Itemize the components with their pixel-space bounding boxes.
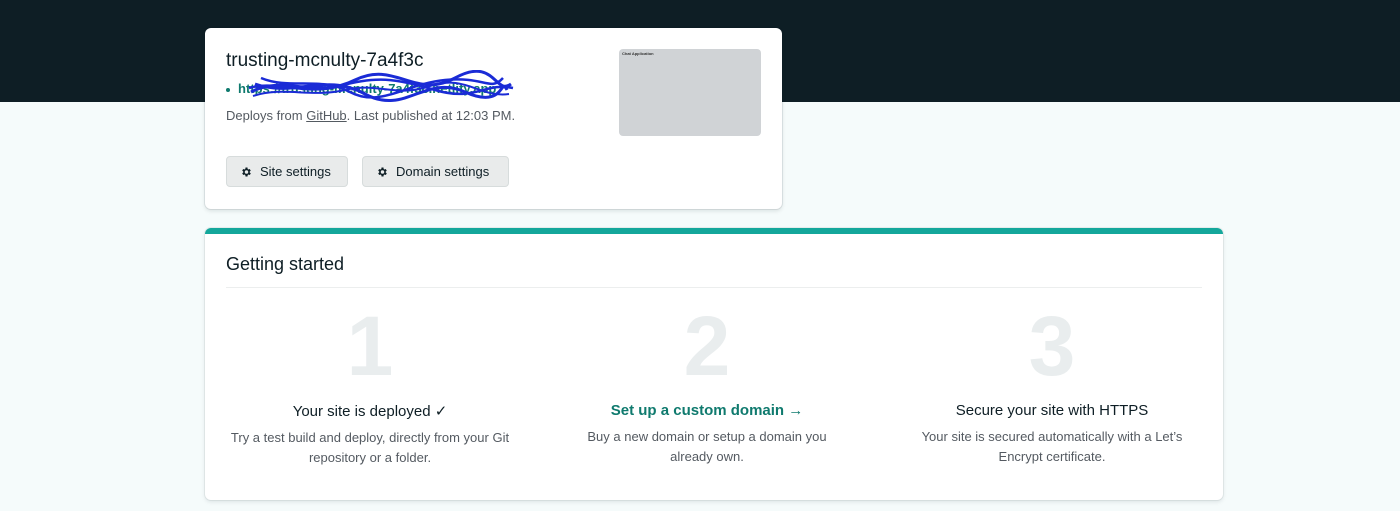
preview-title: Chat Application — [622, 51, 654, 56]
step-3: 3 Secure your site with HTTPS Your site … — [902, 304, 1202, 467]
step-number: 2 — [683, 299, 731, 393]
domain-settings-button[interactable]: Domain settings — [362, 156, 509, 187]
getting-started-title: Getting started — [226, 254, 345, 274]
step-heading: Your site is deployed ✓ — [292, 403, 448, 420]
step-heading: Secure your site with HTTPS — [955, 402, 1149, 419]
gear-icon — [242, 167, 251, 176]
site-url-link[interactable]: https://trusting-mcnulty-7a4f3c.netlify.… — [226, 81, 496, 96]
step-description: Try a test build and deploy, directly fr… — [230, 430, 510, 465]
github-link[interactable]: GitHub — [306, 108, 346, 123]
step-1: 1 Your site is deployed ✓ Try a test bui… — [220, 304, 520, 468]
deploy-prefix: Deploys from — [226, 108, 307, 123]
gear-icon — [378, 167, 387, 176]
step-description: Your site is secured automatically with … — [921, 429, 1183, 464]
domain-settings-label: Domain settings — [396, 164, 490, 179]
divider — [226, 287, 1202, 288]
getting-started-card: Getting started 1 Your site is deployed … — [205, 228, 1223, 500]
site-settings-label: Site settings — [260, 164, 331, 179]
site-name: trusting-mcnulty-7a4f3c — [226, 50, 424, 71]
step-number: 3 — [1028, 299, 1076, 393]
step-2: 2 Set up a custom domain → Buy a new dom… — [557, 304, 857, 467]
site-url-text: https://trusting-mcnulty-7a4f3c.netlify.… — [238, 81, 497, 96]
site-preview-thumbnail[interactable]: Chat Application — [619, 49, 761, 136]
site-overview-card: trusting-mcnulty-7a4f3c https://trusting… — [205, 28, 782, 209]
deploy-info: Deploys from GitHub. Last published at 1… — [226, 108, 515, 123]
bullet-icon — [226, 87, 230, 92]
deploy-suffix: . Last published at 12:03 PM. — [346, 108, 516, 123]
setup-custom-domain-link[interactable]: Set up a custom domain → — [557, 402, 857, 419]
site-settings-button[interactable]: Site settings — [226, 156, 348, 187]
step-number: 1 — [346, 299, 394, 393]
step-description: Buy a new domain or setup a domain you a… — [587, 429, 827, 464]
